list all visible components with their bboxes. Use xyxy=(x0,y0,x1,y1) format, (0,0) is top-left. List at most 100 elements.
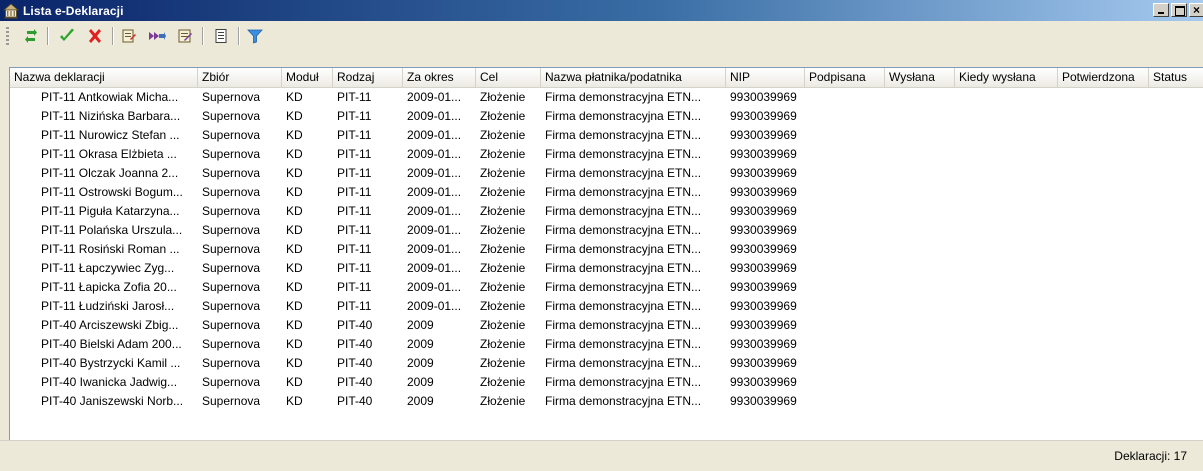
cell-status xyxy=(1149,354,1203,373)
cell-module: KD xyxy=(286,375,303,389)
cell-sent-date xyxy=(955,107,1058,126)
column-header-sent-date[interactable]: Kiedy wysłana xyxy=(955,68,1058,88)
cell-sent-date xyxy=(955,88,1058,107)
refresh-button[interactable] xyxy=(20,25,42,47)
column-header-sent[interactable]: Wysłana xyxy=(885,68,955,88)
cell-name: PIT-11 Olczak Joanna 2... xyxy=(41,166,179,180)
cell-sent-date xyxy=(955,259,1058,278)
cell-confirmed xyxy=(1058,259,1149,278)
cell-sent xyxy=(885,240,955,259)
cell-status xyxy=(1149,373,1203,392)
table-row[interactable]: PIT-11 Nizińska Barbara... Supernova KD PIT… xyxy=(10,107,1203,126)
close-button[interactable]: × xyxy=(1189,3,1203,17)
checkmark-icon xyxy=(60,28,74,41)
column-header-confirmed[interactable]: Potwierdzona xyxy=(1058,68,1149,88)
maximize-button[interactable] xyxy=(1171,3,1187,17)
column-header-period[interactable]: Za okres xyxy=(403,68,476,88)
cell-module: KD xyxy=(286,223,303,237)
cell-sent xyxy=(885,316,955,335)
cell-sent-date xyxy=(955,221,1058,240)
window-title: Lista e-Deklaracji xyxy=(23,3,124,18)
table-row[interactable]: PIT-40 Bystrzycki Kamil ... Supernova KD PI… xyxy=(10,354,1203,373)
confirm-document-icon xyxy=(178,29,192,43)
column-header-collection[interactable]: Zbiór xyxy=(198,68,282,88)
cell-signed xyxy=(805,373,885,392)
table-row[interactable]: PIT-11 Łudziński Jarosł... Supernova KD PIT… xyxy=(10,297,1203,316)
cell-status xyxy=(1149,126,1203,145)
column-header-name[interactable]: Nazwa deklaracji xyxy=(10,68,198,88)
cell-nip: 9930039969 xyxy=(730,375,797,389)
table-row[interactable]: PIT-11 Łapczywiec Zyg... Supernova KD PIT-1… xyxy=(10,259,1203,278)
cell-signed xyxy=(805,335,885,354)
cell-purpose: Złożenie xyxy=(480,261,526,275)
accept-button[interactable] xyxy=(56,25,78,47)
table-row[interactable]: PIT-11 Antkowiak Micha... Supernova KD PIT-… xyxy=(10,88,1203,107)
cell-name: PIT-40 Bystrzycki Kamil ... xyxy=(41,356,181,370)
cell-type: PIT-11 xyxy=(337,166,372,180)
preview-button[interactable] xyxy=(210,25,232,47)
cell-status xyxy=(1149,88,1203,107)
toolbar-grip[interactable] xyxy=(6,27,9,45)
minimize-icon xyxy=(1158,12,1164,14)
cell-type: PIT-11 xyxy=(337,261,372,275)
cell-nip: 9930039969 xyxy=(730,128,797,142)
filter-button[interactable] xyxy=(244,25,266,47)
table-row[interactable]: PIT-40 Bielski Adam 200... Supernova KD PIT… xyxy=(10,335,1203,354)
confirm-document-button[interactable] xyxy=(174,25,196,47)
grid-header: Nazwa deklaracji Zbiór Moduł Rodzaj Za okres… xyxy=(10,68,1203,88)
send-button[interactable] xyxy=(146,25,168,47)
column-header-nip[interactable]: NIP xyxy=(726,68,805,88)
cell-name: PIT-11 Nizińska Barbara... xyxy=(41,109,181,123)
delete-icon xyxy=(89,29,101,43)
cell-period: 2009-01... xyxy=(407,299,462,313)
cell-nip: 9930039969 xyxy=(730,299,797,313)
column-header-status[interactable]: Status xyxy=(1149,68,1203,88)
grid-body: PIT-11 Antkowiak Micha... Supernova KD PIT-… xyxy=(10,88,1203,411)
cell-period: 2009-01... xyxy=(407,280,462,294)
cell-signed xyxy=(805,202,885,221)
table-row[interactable]: PIT-11 Ostrowski Bogum... Supernova KD PIT-… xyxy=(10,183,1203,202)
sign-document-button[interactable] xyxy=(118,25,140,47)
cell-period: 2009 xyxy=(407,375,434,389)
minimize-button[interactable] xyxy=(1153,3,1169,17)
cell-payer: Firma demonstracyjna ETN... xyxy=(545,318,702,332)
table-row[interactable]: PIT-11 Olczak Joanna 2... Supernova KD PIT-… xyxy=(10,164,1203,183)
cell-nip: 9930039969 xyxy=(730,394,797,408)
column-header-module[interactable]: Moduł xyxy=(282,68,333,88)
cell-payer: Firma demonstracyjna ETN... xyxy=(545,337,702,351)
cell-collection: Supernova xyxy=(202,356,261,370)
cell-purpose: Złożenie xyxy=(480,204,526,218)
table-row[interactable]: PIT-11 Nurowicz Stefan ... Supernova KD PIT… xyxy=(10,126,1203,145)
cell-type: PIT-40 xyxy=(337,375,373,389)
cell-payer: Firma demonstracyjna ETN... xyxy=(545,166,702,180)
table-row[interactable]: PIT-11 Piguła Katarzyna... Supernova KD PIT… xyxy=(10,202,1203,221)
cell-type: PIT-11 xyxy=(337,90,372,104)
delete-button[interactable] xyxy=(84,25,106,47)
cell-type: PIT-11 xyxy=(337,128,372,142)
cell-period: 2009 xyxy=(407,356,434,370)
cell-sent-date xyxy=(955,278,1058,297)
column-header-purpose[interactable]: Cel xyxy=(476,68,541,88)
cell-module: KD xyxy=(286,128,303,142)
table-row[interactable]: PIT-11 Rosiński Roman ... Supernova KD PIT-… xyxy=(10,240,1203,259)
cell-period: 2009-01... xyxy=(407,185,462,199)
cell-nip: 9930039969 xyxy=(730,318,797,332)
table-row[interactable]: PIT-40 Janiszewski Norb... Supernova KD PIT… xyxy=(10,392,1203,411)
cell-purpose: Złożenie xyxy=(480,318,526,332)
column-header-signed[interactable]: Podpisana xyxy=(805,68,885,88)
cell-collection: Supernova xyxy=(202,394,261,408)
cell-purpose: Złożenie xyxy=(480,242,526,256)
column-header-payer[interactable]: Nazwa płatnika/podatnika xyxy=(541,68,726,88)
cell-purpose: Złożenie xyxy=(480,90,526,104)
cell-purpose: Złożenie xyxy=(480,128,526,142)
column-header-type[interactable]: Rodzaj xyxy=(333,68,403,88)
table-row[interactable]: PIT-11 Okrasa Elżbieta ... Supernova KD PIT… xyxy=(10,145,1203,164)
cell-status xyxy=(1149,107,1203,126)
table-row[interactable]: PIT-40 Arciszewski Zbig... Supernova KD PIT… xyxy=(10,316,1203,335)
table-row[interactable]: PIT-11 Polańska Urszula... Supernova KD PIT… xyxy=(10,221,1203,240)
cell-purpose: Złożenie xyxy=(480,147,526,161)
cell-confirmed xyxy=(1058,354,1149,373)
cell-type: PIT-40 xyxy=(337,356,373,370)
table-row[interactable]: PIT-40 Iwanicka Jadwig... Supernova KD PIT-… xyxy=(10,373,1203,392)
table-row[interactable]: PIT-11 Łapicka Zofia 20... Supernova KD PIT… xyxy=(10,278,1203,297)
